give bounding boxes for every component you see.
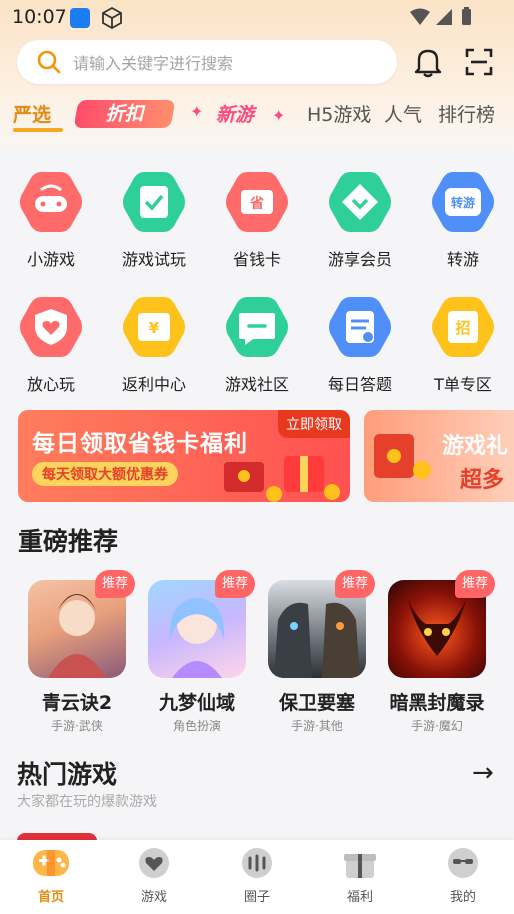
grid-item-game-community[interactable]: 游戏社区 bbox=[212, 295, 302, 395]
recommended-section-title: 重磅推荐 bbox=[18, 527, 119, 556]
search-input[interactable] bbox=[71, 51, 385, 75]
recommend-badge: 推荐 bbox=[335, 570, 375, 598]
nav-games[interactable]: 游戏 bbox=[114, 846, 194, 905]
recruit-icon: 招 bbox=[431, 295, 495, 359]
grid-item-label: 每日答题 bbox=[327, 375, 392, 394]
recommend-badge: 推荐 bbox=[95, 570, 135, 598]
grid-item-mini-games[interactable]: 小游戏 bbox=[6, 170, 96, 270]
sparkle-icon: ✦ bbox=[190, 102, 204, 121]
recommended-game-anheifengmolu[interactable]: 推荐 暗黑封魔录 手游·魔幻 bbox=[377, 570, 497, 734]
nav-home[interactable]: 首页 bbox=[11, 846, 91, 905]
grid-item-rebate-center[interactable]: ¥ 返利中心 bbox=[109, 295, 199, 395]
game-tag: 角色扮演 bbox=[172, 719, 221, 733]
grid-item-transfer[interactable]: 转游 转游 bbox=[418, 170, 508, 270]
transfer-icon: 转游 bbox=[431, 170, 495, 234]
svg-text:转游: 转游 bbox=[451, 195, 475, 210]
game-gift-banner[interactable]: 游戏礼 超多 bbox=[364, 410, 514, 502]
grid-item-daily-quiz[interactable]: 每日答题 bbox=[315, 295, 405, 395]
grid-item-membership[interactable]: 游享会员 bbox=[315, 170, 405, 270]
nav-welfare[interactable]: 福利 bbox=[320, 846, 400, 905]
recommended-game-qingyunjue2[interactable]: 推荐 青云诀2 手游·武侠 bbox=[17, 570, 137, 734]
nav-label: 首页 bbox=[37, 890, 64, 905]
profile-icon bbox=[448, 848, 478, 878]
recommend-badge: 推荐 bbox=[455, 570, 495, 598]
hot-games-section-title: 热门游戏 bbox=[17, 760, 118, 789]
red-envelope-gifts-illustration bbox=[224, 456, 340, 502]
grid-item-label: 游戏试玩 bbox=[121, 250, 186, 269]
nav-label: 福利 bbox=[346, 890, 373, 905]
cube-notification-icon bbox=[102, 6, 122, 30]
coupon-yen-icon: ¥ bbox=[122, 295, 186, 359]
bottom-navigation: 首页 游戏 圈子 福利 我的 bbox=[0, 840, 514, 914]
game-name: 九梦仙域 bbox=[158, 692, 235, 714]
grid-item-t-zone[interactable]: 招 T单专区 bbox=[418, 295, 508, 395]
status-time: 10:07 bbox=[12, 6, 67, 28]
recommended-game-baoweiyaosai[interactable]: 推荐 保卫要塞 手游·其他 bbox=[257, 570, 377, 734]
tab-active-indicator bbox=[13, 128, 63, 132]
grid-item-label: 游享会员 bbox=[327, 250, 392, 269]
grid-item-safe-play[interactable]: 放心玩 bbox=[6, 295, 96, 395]
nav-label: 游戏 bbox=[140, 890, 167, 905]
recommended-game-jiumengxianyu[interactable]: 推荐 九梦仙域 角色扮演 bbox=[137, 570, 257, 734]
arrow-right-icon[interactable]: → bbox=[472, 758, 494, 788]
app-notification-icon bbox=[70, 8, 90, 28]
tab-popular[interactable]: 人气 bbox=[384, 100, 422, 127]
grid-item-game-trial[interactable]: 游戏试玩 bbox=[109, 170, 199, 270]
game-name: 暗黑封魔录 bbox=[389, 692, 485, 714]
grid-item-label: 省钱卡 bbox=[232, 250, 281, 269]
tab-discount[interactable]: 折扣 bbox=[73, 100, 176, 128]
game-name: 青云诀2 bbox=[41, 692, 113, 714]
search-icon bbox=[37, 50, 61, 74]
clipboard-check-icon bbox=[122, 170, 186, 234]
quiz-doc-icon bbox=[328, 295, 392, 359]
grid-item-label: 小游戏 bbox=[26, 250, 75, 269]
grid-item-label: T单专区 bbox=[434, 375, 492, 394]
banner-subtitle: 每天领取大额优惠券 bbox=[32, 462, 178, 486]
svg-text:¥: ¥ bbox=[149, 319, 160, 337]
diamond-icon bbox=[328, 170, 392, 234]
tab-h5-games[interactable]: H5游戏 bbox=[307, 100, 371, 127]
game-tag: 手游·武侠 bbox=[51, 719, 103, 733]
community-icon bbox=[242, 848, 272, 878]
nav-profile[interactable]: 我的 bbox=[423, 846, 503, 905]
svg-text:招: 招 bbox=[455, 319, 470, 337]
tab-discount-label: 折扣 bbox=[105, 103, 144, 125]
bell-icon[interactable] bbox=[413, 46, 443, 78]
nav-label: 圈子 bbox=[243, 890, 270, 905]
home-gamepad-icon bbox=[33, 850, 69, 876]
grid-item-label: 转游 bbox=[446, 250, 479, 269]
nav-community[interactable]: 圈子 bbox=[217, 846, 297, 905]
hot-games-subtitle: 大家都在玩的爆款游戏 bbox=[17, 794, 157, 810]
savings-card-banner[interactable]: 每日领取省钱卡福利 每天领取大额优惠券 立即领取 bbox=[18, 410, 350, 502]
banner-subtitle: 超多 bbox=[460, 468, 505, 493]
game-heart-icon bbox=[139, 848, 169, 878]
grid-item-label: 返利中心 bbox=[121, 375, 186, 394]
chat-bubble-icon bbox=[225, 295, 289, 359]
claim-now-badge[interactable]: 立即领取 bbox=[278, 410, 350, 438]
wifi-signal-battery-icon bbox=[410, 7, 471, 25]
recommend-badge: 推荐 bbox=[215, 570, 255, 598]
grid-item-label: 游戏社区 bbox=[224, 375, 289, 394]
svg-text:省: 省 bbox=[249, 195, 264, 212]
game-tag: 手游·魔幻 bbox=[411, 719, 463, 733]
search-bar[interactable] bbox=[17, 40, 397, 84]
grid-item-savings-card[interactable]: 省 省钱卡 bbox=[212, 170, 302, 270]
gamepad-icon bbox=[19, 170, 83, 234]
status-bar: 10:07 bbox=[0, 0, 514, 36]
nav-label: 我的 bbox=[449, 890, 476, 905]
shield-heart-icon bbox=[19, 295, 83, 359]
sparkle-icon: ✦ bbox=[272, 106, 286, 125]
game-tag: 手游·其他 bbox=[291, 719, 343, 733]
red-envelope-illustration bbox=[374, 434, 431, 479]
scan-icon[interactable] bbox=[464, 47, 494, 77]
wallet-card-icon: 省 bbox=[225, 170, 289, 234]
game-name: 保卫要塞 bbox=[278, 692, 355, 714]
banner-title: 游戏礼 bbox=[442, 434, 509, 459]
grid-item-label: 放心玩 bbox=[26, 375, 75, 394]
tab-featured[interactable]: 严选 bbox=[13, 100, 51, 127]
tab-new-games[interactable]: 新游 bbox=[216, 100, 254, 127]
tab-rankings[interactable]: 排行榜 bbox=[438, 100, 495, 127]
gift-icon bbox=[344, 854, 376, 878]
